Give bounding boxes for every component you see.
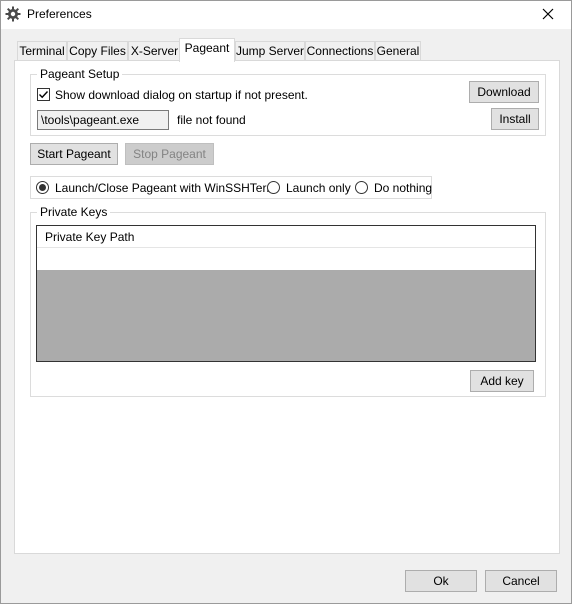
radio-launch-close-label: Launch/Close Pageant with WinSSHTerm [55, 181, 277, 195]
tab-panel-pageant: Pageant Setup Show download dialog on st… [14, 60, 560, 554]
ok-button[interactable]: Ok [405, 570, 477, 592]
radio-launch-close[interactable] [36, 181, 49, 194]
close-button[interactable] [525, 1, 571, 29]
tab-general[interactable]: General [375, 41, 421, 61]
add-key-button[interactable]: Add key [470, 370, 534, 392]
tab-jump-server[interactable]: Jump Server [235, 41, 305, 61]
window-title: Preferences [27, 7, 92, 21]
show-download-label: Show download dialog on startup if not p… [55, 88, 308, 102]
column-header-private-key-path[interactable]: Private Key Path [37, 226, 535, 248]
pageant-setup-label: Pageant Setup [37, 67, 123, 81]
radio-launch-only[interactable] [267, 181, 280, 194]
tab-x-server[interactable]: X-Server [128, 41, 181, 61]
launch-options-group: Launch/Close Pageant with WinSSHTerm Lau… [30, 176, 432, 199]
cancel-button[interactable]: Cancel [485, 570, 557, 592]
radio-launch-only-label: Launch only [286, 181, 351, 195]
path-status-text: file not found [177, 113, 246, 127]
stop-pageant-button[interactable]: Stop Pageant [125, 143, 214, 165]
tab-pageant[interactable]: Pageant [179, 38, 235, 62]
install-button[interactable]: Install [491, 108, 539, 130]
tab-connections[interactable]: Connections [305, 41, 375, 61]
list-item[interactable] [37, 248, 535, 270]
start-pageant-button[interactable]: Start Pageant [30, 143, 118, 165]
private-keys-list[interactable]: Private Key Path [36, 225, 536, 362]
tab-terminal[interactable]: Terminal [17, 41, 67, 61]
radio-do-nothing-label: Do nothing [374, 181, 433, 195]
download-button[interactable]: Download [469, 81, 539, 103]
radio-do-nothing[interactable] [355, 181, 368, 194]
pageant-path-field[interactable]: \tools\pageant.exe [37, 110, 169, 130]
preferences-window: Preferences Terminal Copy Files X-Server… [0, 0, 572, 604]
show-download-checkbox[interactable] [37, 88, 50, 101]
close-icon [542, 8, 554, 23]
private-keys-label: Private Keys [37, 205, 111, 219]
column-header-label: Private Key Path [45, 230, 135, 244]
private-keys-group: Private Keys Private Key Path Add key [30, 205, 546, 397]
pageant-setup-group: Pageant Setup Show download dialog on st… [30, 67, 546, 136]
title-bar: Preferences [1, 1, 571, 29]
tab-copy-files[interactable]: Copy Files [67, 41, 128, 61]
gear-icon [5, 6, 21, 22]
